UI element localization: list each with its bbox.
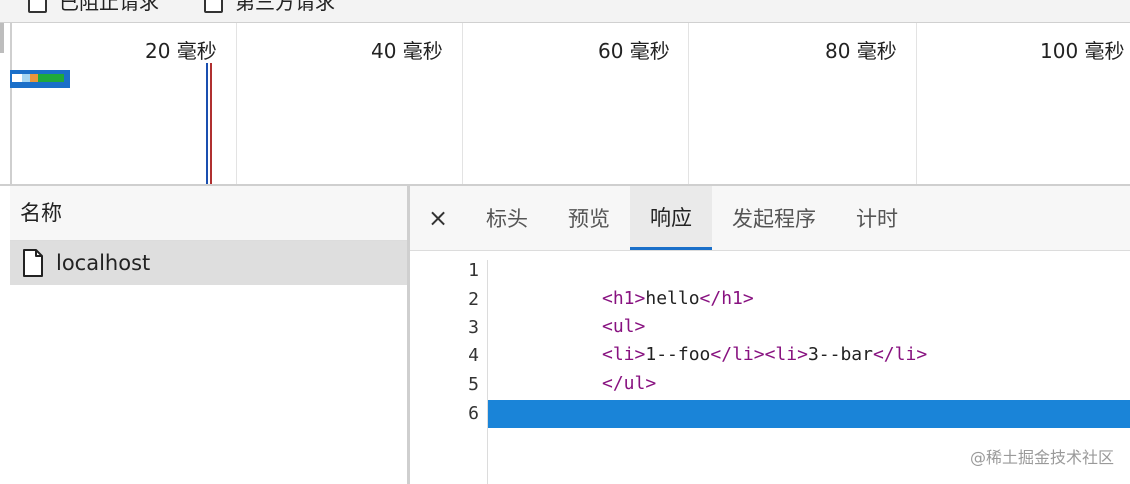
text-token: 3--bar [807, 344, 873, 365]
html-tag-token: </h1> [699, 288, 754, 309]
gridline [236, 23, 237, 184]
tick-label: 80 毫秒 [825, 39, 897, 63]
third-party-filter[interactable]: 第三方请求 [204, 0, 335, 15]
text-token: 1--foo [645, 344, 711, 365]
overview-edge [0, 23, 12, 184]
tab-response[interactable]: 响应 [630, 186, 712, 250]
detail-tabs: × 标头 预览 响应 发起程序 计时 [410, 186, 1130, 251]
html-tag-token: <li> [602, 344, 646, 365]
timing-segment-connect [22, 74, 30, 82]
code-line: <h1>hello</h1> [488, 285, 1130, 313]
gridline [916, 23, 917, 184]
html-tag-token: </li> [872, 344, 928, 365]
timing-segment-download [38, 74, 64, 82]
html-tag-token: <li> [764, 344, 808, 365]
gridline [688, 23, 689, 184]
third-party-checkbox[interactable] [204, 0, 223, 13]
third-party-label: 第三方请求 [235, 0, 335, 14]
devtools-network-panel: 已阻止请求 第三方请求 20 毫秒 40 毫秒 60 毫秒 80 毫秒 100 … [0, 0, 1130, 484]
html-tag-token: </ul> [602, 373, 657, 394]
text-token: hello [645, 288, 700, 309]
html-tag-token: <h1> [602, 288, 646, 309]
tab-preview[interactable]: 预览 [548, 186, 630, 250]
name-column-header[interactable]: 名称 [10, 186, 407, 241]
tick-label: 40 毫秒 [371, 39, 443, 63]
line-number: 3 [468, 317, 479, 338]
line-number: 1 [468, 260, 479, 281]
code-line-highlighted [488, 400, 1130, 428]
timing-segment-queue [12, 74, 22, 82]
line-number: 6 [468, 403, 479, 424]
tick-label: 20 毫秒 [145, 39, 217, 63]
document-icon [23, 249, 43, 277]
request-row[interactable]: localhost [10, 241, 407, 285]
tab-headers[interactable]: 标头 [466, 186, 548, 250]
blocked-requests-checkbox[interactable] [28, 0, 47, 13]
close-icon[interactable]: × [410, 186, 466, 250]
gridline [462, 23, 463, 184]
tab-initiator[interactable]: 发起程序 [712, 186, 836, 250]
resize-grip[interactable] [0, 23, 4, 53]
watermark: @稀土掘金技术社区 [969, 448, 1114, 467]
tab-timing[interactable]: 计时 [836, 186, 918, 250]
line-number: 5 [468, 374, 479, 395]
blocked-requests-label: 已阻止请求 [59, 0, 159, 14]
request-detail: × 标头 预览 响应 发起程序 计时 1 2 3 4 5 6 <h1>hello… [410, 186, 1130, 484]
filter-bar: 已阻止请求 第三方请求 [0, 0, 1130, 23]
html-tag-token: </li> [710, 344, 765, 365]
timing-segment-wait [30, 74, 38, 82]
request-list: 名称 localhost [10, 186, 410, 484]
timeline-overview[interactable]: 20 毫秒 40 毫秒 60 毫秒 80 毫秒 100 毫秒 [0, 23, 1130, 186]
code-line: </ul> [488, 370, 1130, 398]
line-number: 4 [468, 345, 479, 366]
code-line: <ul> [488, 313, 1130, 341]
blocked-requests-filter[interactable]: 已阻止请求 [28, 0, 159, 15]
code-line: <li>1--foo</li><li>3--bar</li> [488, 341, 1130, 369]
tick-label: 60 毫秒 [598, 39, 670, 63]
html-tag-token: <ul> [602, 316, 646, 337]
tick-label: 100 毫秒 [1040, 39, 1125, 63]
line-number-gutter: 1 2 3 4 5 6 [410, 260, 488, 484]
request-name: localhost [56, 251, 151, 275]
line-number: 2 [468, 289, 479, 310]
load-marker [210, 63, 212, 184]
domcontentloaded-marker [206, 63, 208, 184]
